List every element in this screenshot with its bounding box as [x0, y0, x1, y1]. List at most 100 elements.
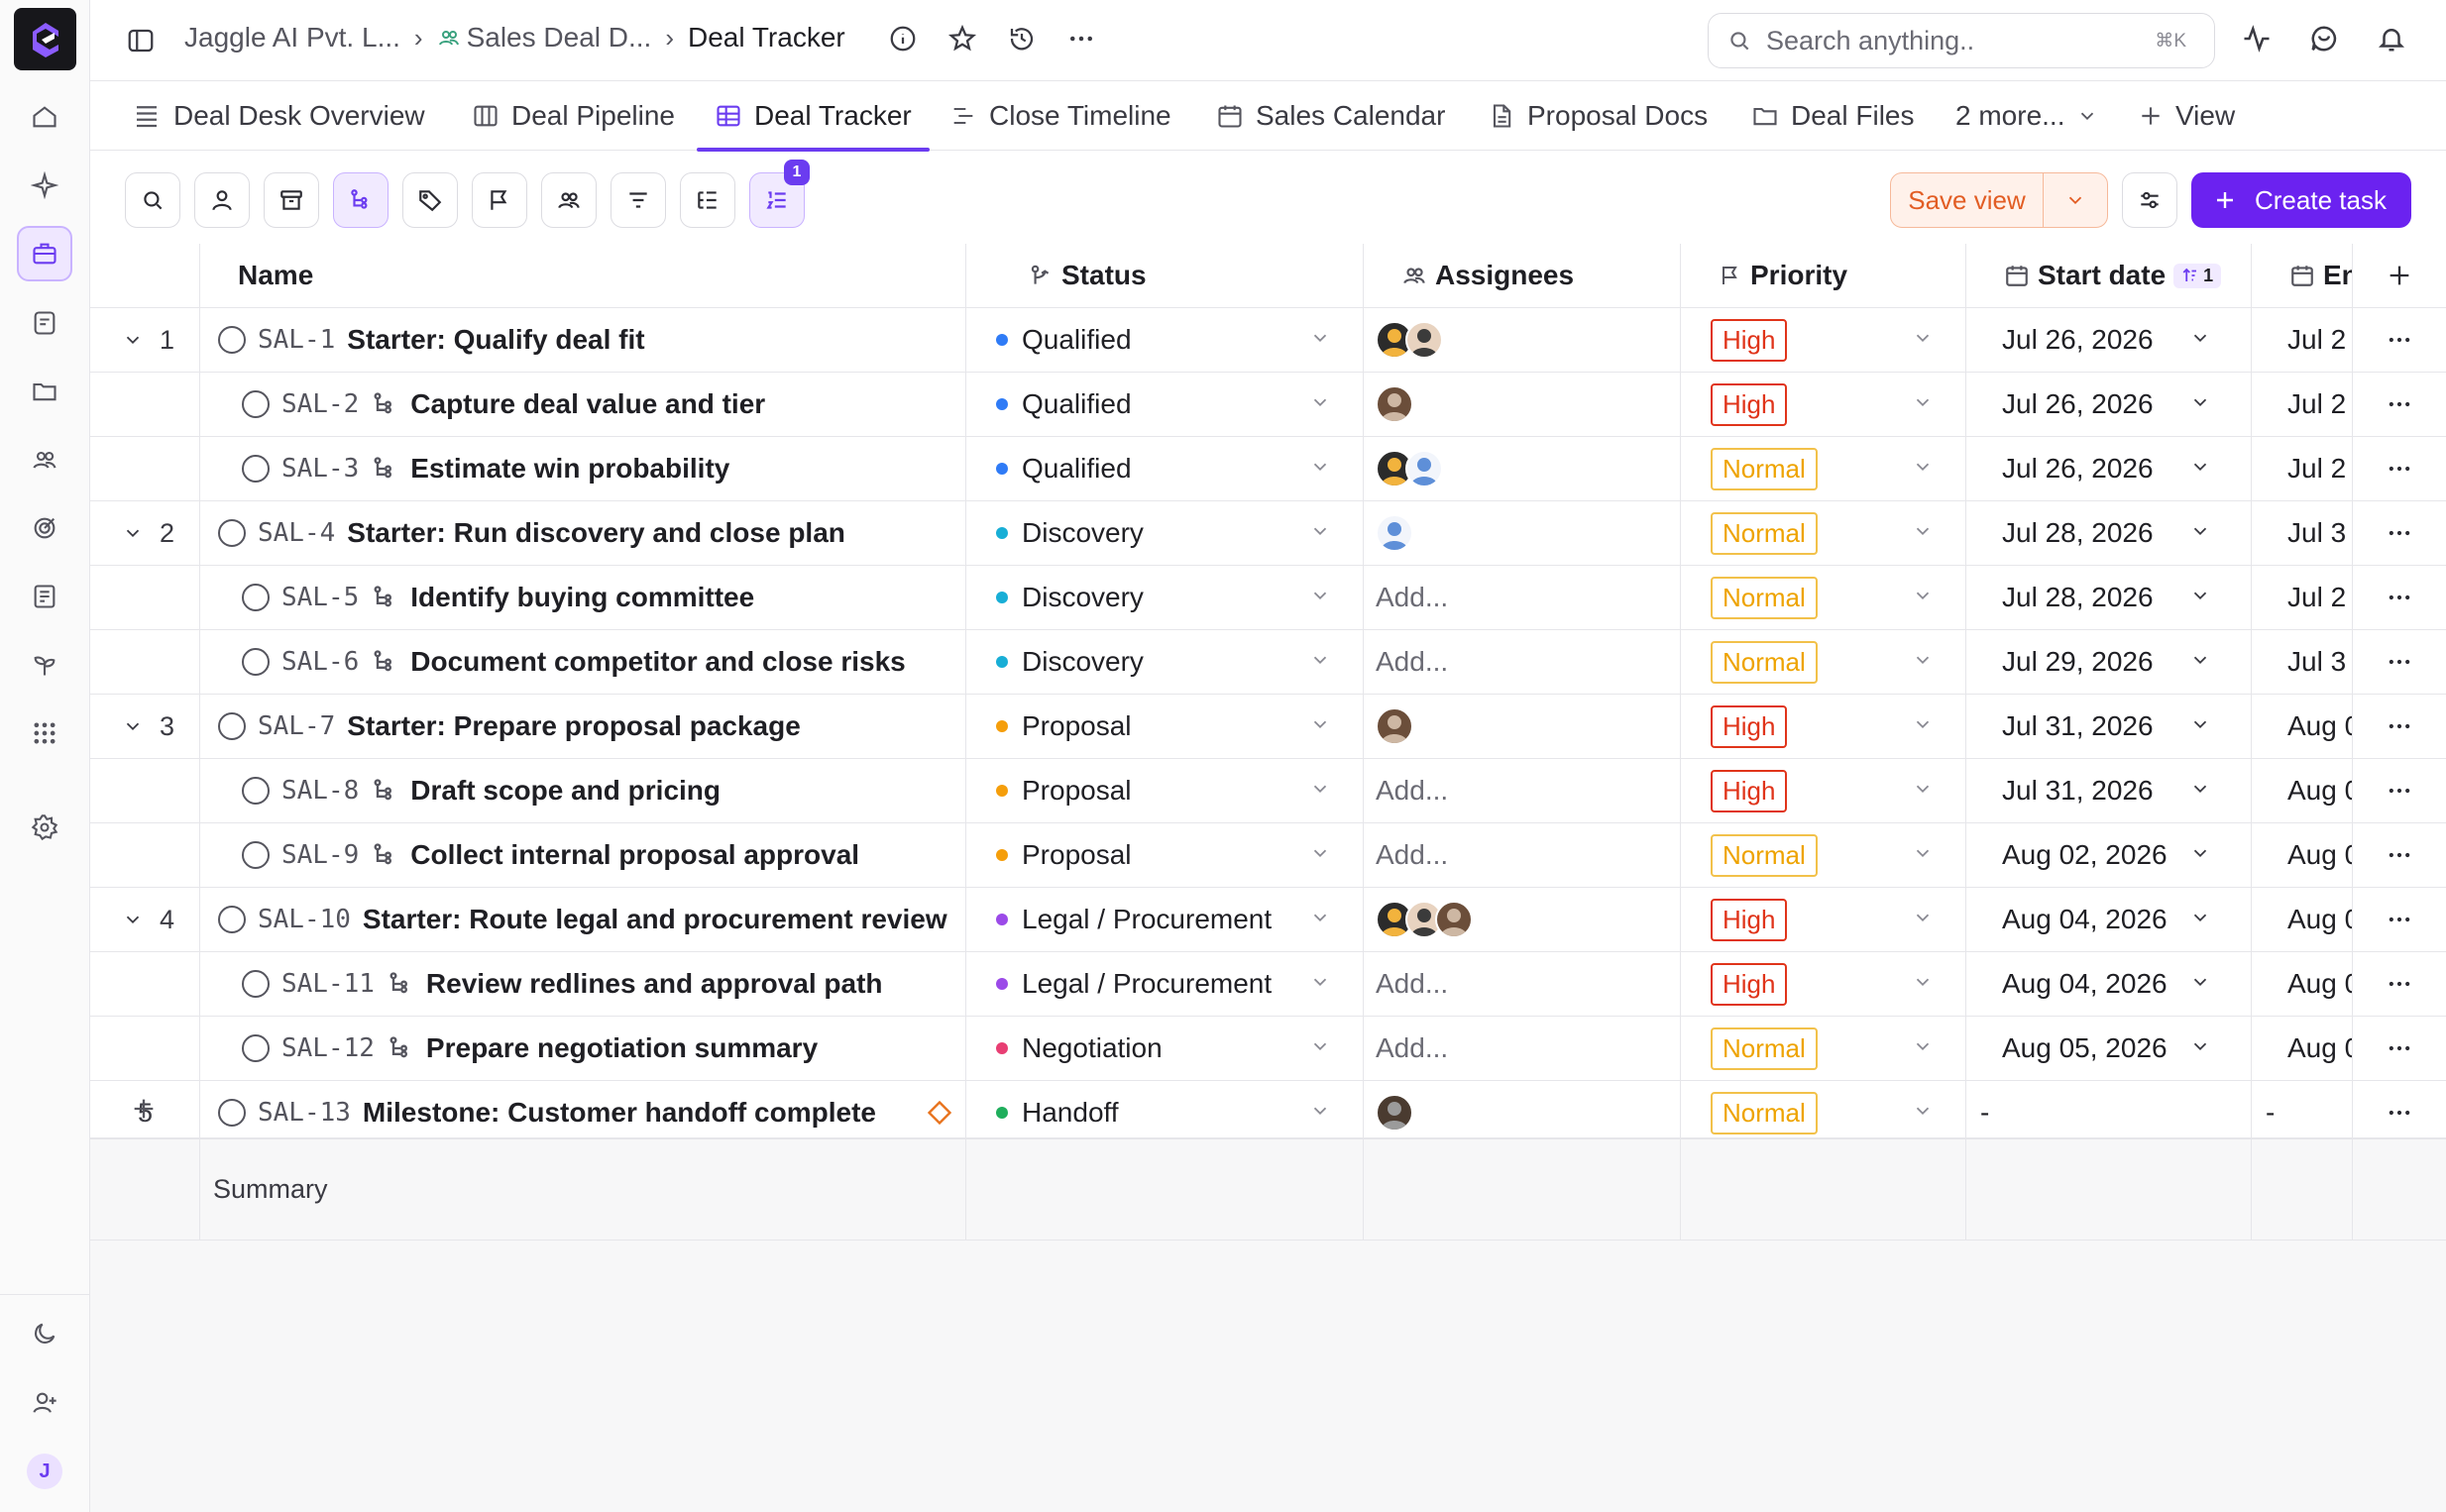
add-assignee[interactable]: Add... — [1376, 775, 1448, 807]
table-row[interactable]: 2 SAL-4 Starter: Run discovery and close… — [90, 501, 2446, 566]
priority-cell[interactable]: Normal — [1681, 437, 1966, 500]
task-status-checkbox[interactable] — [242, 455, 270, 483]
status-cell[interactable]: Legal / Procurement — [966, 952, 1364, 1016]
start-date-cell[interactable]: Aug 02, 2026 — [1966, 823, 2252, 887]
table-row[interactable]: SAL-5 Identify buying committee Discover… — [90, 566, 2446, 630]
archive-button[interactable] — [264, 172, 319, 228]
sprout-icon[interactable] — [17, 637, 72, 693]
tab-sales-calendar[interactable]: Sales Calendar — [1216, 81, 1445, 151]
priority-cell[interactable]: Normal — [1681, 630, 1966, 694]
priority-cell[interactable]: High — [1681, 695, 1966, 758]
save-view-dropdown[interactable] — [2044, 173, 2107, 227]
status-cell[interactable]: Legal / Procurement — [966, 888, 1364, 951]
task-title[interactable]: Draft scope and pricing — [410, 775, 721, 807]
priority-cell[interactable]: Normal — [1681, 566, 1966, 629]
priority-cell[interactable]: High — [1681, 308, 1966, 372]
task-title[interactable]: Starter: Run discovery and close plan — [347, 517, 845, 549]
priority-cell[interactable]: Normal — [1681, 1017, 1966, 1080]
priority-cell[interactable]: Normal — [1681, 501, 1966, 565]
ai-sparkle-icon[interactable] — [17, 158, 72, 213]
row-actions-button[interactable] — [2353, 308, 2446, 372]
task-title[interactable]: Starter: Route legal and procurement rev… — [363, 904, 947, 935]
task-status-checkbox[interactable] — [242, 390, 270, 418]
status-cell[interactable]: Qualified — [966, 373, 1364, 436]
tab-deal-desk-overview[interactable]: Deal Desk Overview — [132, 81, 425, 151]
forms-icon[interactable] — [17, 569, 72, 624]
add-assignee[interactable]: Add... — [1376, 582, 1448, 613]
header-priority[interactable]: Priority — [1681, 244, 1966, 307]
row-actions-button[interactable] — [2353, 630, 2446, 694]
row-actions-button[interactable] — [2353, 695, 2446, 758]
task-status-checkbox[interactable] — [242, 648, 270, 676]
more-options-icon[interactable] — [1066, 24, 1096, 54]
collapse-toggle[interactable] — [122, 329, 144, 351]
task-status-checkbox[interactable] — [242, 970, 270, 998]
task-status-checkbox[interactable] — [242, 584, 270, 611]
sort-indicator[interactable]: 1 — [2173, 263, 2222, 288]
goals-target-icon[interactable] — [17, 500, 72, 556]
table-row[interactable]: SAL-11 Review redlines and approval path… — [90, 952, 2446, 1017]
notification-bell-icon[interactable] — [2377, 24, 2406, 54]
tab-deal-tracker[interactable]: Deal Tracker — [697, 81, 930, 152]
task-status-checkbox[interactable] — [218, 906, 246, 933]
info-icon[interactable] — [888, 24, 918, 54]
row-actions-button[interactable] — [2353, 823, 2446, 887]
search-tool-button[interactable] — [125, 172, 180, 228]
add-column-button[interactable] — [2353, 244, 2446, 307]
task-status-checkbox[interactable] — [218, 326, 246, 354]
assignee-avatar[interactable] — [1405, 450, 1443, 487]
task-status-checkbox[interactable] — [242, 777, 270, 805]
end-date-cell[interactable]: Aug 0 — [2252, 888, 2353, 951]
end-date-cell[interactable]: Aug 0 — [2252, 759, 2353, 822]
priority-cell[interactable]: High — [1681, 952, 1966, 1016]
task-status-checkbox[interactable] — [218, 519, 246, 547]
task-title[interactable]: Capture deal value and tier — [410, 388, 765, 420]
briefcase-icon[interactable] — [17, 226, 72, 281]
add-assignee[interactable]: Add... — [1376, 646, 1448, 678]
start-date-cell[interactable]: Aug 05, 2026 — [1966, 1017, 2252, 1080]
table-row[interactable]: SAL-6 Document competitor and close risk… — [90, 630, 2446, 695]
app-logo[interactable] — [14, 8, 76, 70]
collapse-toggle[interactable] — [122, 715, 144, 737]
start-date-cell[interactable]: Jul 29, 2026 — [1966, 630, 2252, 694]
row-actions-button[interactable] — [2353, 566, 2446, 629]
task-status-checkbox[interactable] — [242, 841, 270, 869]
assignees-cell[interactable]: Add... — [1364, 1017, 1681, 1080]
priority-cell[interactable]: Normal — [1681, 823, 1966, 887]
settings-gear-icon[interactable] — [17, 800, 72, 855]
header-name[interactable]: Name — [200, 244, 966, 307]
priority-flag-button[interactable] — [472, 172, 527, 228]
invite-user-icon[interactable] — [17, 1375, 72, 1431]
tab-proposal-docs[interactable]: Proposal Docs — [1488, 81, 1708, 151]
assignees-cell[interactable] — [1364, 501, 1681, 565]
tab-deal-pipeline[interactable]: Deal Pipeline — [472, 81, 675, 151]
home-icon[interactable] — [17, 89, 72, 145]
tab-close-timeline[interactable]: Close Timeline — [949, 81, 1171, 151]
add-assignee[interactable]: Add... — [1376, 968, 1448, 1000]
user-avatar[interactable]: J — [27, 1454, 62, 1489]
task-title[interactable]: Identify buying committee — [410, 582, 754, 613]
group-by-button[interactable] — [680, 172, 735, 228]
start-date-cell[interactable]: Jul 31, 2026 — [1966, 759, 2252, 822]
row-actions-button[interactable] — [2353, 1017, 2446, 1080]
status-cell[interactable]: Negotiation — [966, 1017, 1364, 1080]
assignees-cell[interactable] — [1364, 308, 1681, 372]
assignees-cell[interactable]: Add... — [1364, 952, 1681, 1016]
table-row[interactable]: 3 SAL-7 Starter: Prepare proposal packag… — [90, 695, 2446, 759]
task-title[interactable]: Starter: Qualify deal fit — [347, 324, 644, 356]
start-date-cell[interactable]: Jul 26, 2026 — [1966, 373, 2252, 436]
assignees-cell[interactable] — [1364, 437, 1681, 500]
end-date-cell[interactable]: Jul 3 — [2252, 501, 2353, 565]
tab-more[interactable]: 2 more... — [1955, 81, 2098, 151]
row-actions-button[interactable] — [2353, 501, 2446, 565]
assignee-avatar[interactable] — [1376, 514, 1413, 552]
end-date-cell[interactable]: Aug 0 — [2252, 695, 2353, 758]
end-date-cell[interactable]: Jul 2 — [2252, 566, 2353, 629]
assignees-cell[interactable] — [1364, 373, 1681, 436]
sidebar-toggle-icon[interactable] — [126, 26, 156, 55]
table-row[interactable]: 4 SAL-10 Starter: Route legal and procur… — [90, 888, 2446, 952]
collapse-toggle[interactable] — [122, 522, 144, 544]
assignees-cell[interactable] — [1364, 695, 1681, 758]
view-settings-button[interactable] — [2122, 172, 2177, 228]
row-actions-button[interactable] — [2353, 759, 2446, 822]
